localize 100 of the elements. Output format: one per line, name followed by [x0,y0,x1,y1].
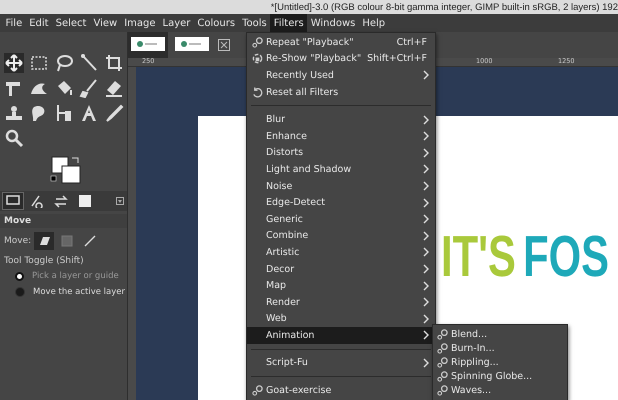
menu-entry[interactable]: Combine [247,228,435,244]
text-tool-icon[interactable] [79,103,99,123]
radio-button[interactable] [15,272,24,280]
radio-button[interactable] [15,287,25,297]
menu-item[interactable]: Tools [238,14,270,32]
logo-word: IT'S [441,226,516,288]
window-title: *[Untitled]-3.0 (RGB colour 8-bit gamma integer, GIMP built-in sRGB, 2 layers) 192 [270,2,618,12]
menu-entry-label: Noise [266,180,292,192]
paths-icon[interactable] [54,103,74,123]
menu-item[interactable]: View [90,14,121,32]
menu-entry[interactable]: Rippling... [433,355,567,370]
menu-entry[interactable]: Repeat "Playback" Ctrl+F [247,34,435,51]
chevron-icon [423,198,429,208]
image-thumbnail-icon [131,36,165,50]
shortcut-label: Shift+Ctrl+F [367,53,427,64]
menu-entry-label: Enhance [266,130,307,142]
menu-entry-label: Spinning Globe... [451,371,532,382]
menu-item[interactable]: File [2,14,26,32]
menu-entry[interactable]: Render [247,294,435,310]
menu-entry[interactable]: Noise [247,178,435,194]
chevron-icon [423,164,429,174]
menu-entry-label: Edge-Detect [266,197,326,208]
menu-item[interactable]: Colours [194,14,239,32]
plugin-icon [437,328,448,340]
menu-item[interactable]: Image [120,14,160,32]
menu-entry[interactable]: Distorts [247,144,435,162]
menu-entry-label: Combine [266,230,308,242]
menu-item[interactable]: Filters [270,14,308,32]
chevron-icon [423,230,429,241]
menu-entry[interactable]: Light and Shadow [247,161,435,178]
menu-entry[interactable]: Recently Used [247,67,435,84]
menu-entry-label: Web [266,313,287,324]
menu-entry-label: Repeat "Playback" [266,36,354,48]
menu-entry[interactable]: Reset all Filters [247,84,435,100]
chevron-icon [423,280,429,291]
chevron-icon [423,131,429,142]
move-mode-icon[interactable] [34,232,54,250]
tool-toggle-label: Tool Toggle (Shift) [3,255,85,268]
menu-item[interactable]: Layer [159,14,194,32]
menu-entry-label: Reset all Filters [266,86,338,98]
move-tool-icon[interactable] [4,53,24,73]
menu-entry-label: Script-Fu [266,357,308,368]
menu-entry-label: Re-Show "Playback" [266,53,362,64]
menu-entry[interactable]: Blend... [433,327,567,342]
panel-title: Move [4,216,32,226]
crop-icon[interactable] [104,53,124,73]
menu-entry-label: Decor [266,264,294,275]
menu-entry-label: Light and Shadow [266,164,352,175]
panel-menu-icon[interactable] [116,197,124,205]
menu-entry[interactable]: Generic [247,210,435,228]
chevron-icon [423,70,429,80]
menu-entry[interactable]: Animation [247,327,435,344]
wand-icon[interactable] [79,53,99,73]
chevron-icon [423,247,429,258]
image-thumbnail-icon [175,36,209,50]
menu-entry[interactable]: Spinning Globe... [433,370,567,384]
menu-entry[interactable]: Decor [247,260,435,278]
menu-entry[interactable]: Web [247,310,435,328]
menu-entry-label: Blend... [451,328,488,340]
panel-tab-icon[interactable] [3,193,23,209]
menu-entry-label: Blur [266,114,286,126]
menu-entry[interactable]: Map [247,277,435,294]
lasso-icon[interactable] [54,53,74,73]
menu-item[interactable]: Windows [307,14,359,32]
stamp-icon[interactable] [4,103,24,123]
menu-entry[interactable]: Script-Fu [247,354,435,372]
chevron-icon [423,114,429,125]
menu-entry-label: Goat-exercise [266,385,332,396]
menu-entry[interactable]: Blur [247,111,435,128]
paintbrush-icon[interactable] [79,78,99,98]
menu-entry[interactable]: Goat-exercise [247,382,435,399]
menu-item[interactable]: Help [358,14,389,32]
menu-item[interactable]: Select [52,14,90,32]
move-label: Move: [4,236,32,246]
menu-entry-label: Generic [266,214,303,225]
shortcut-label: Ctrl+F [396,36,427,48]
logo-word: FOS [523,226,609,288]
menu-entry[interactable]: Enhance [247,128,435,145]
menu-entry-label: Artistic [266,246,300,258]
radio-label[interactable]: Move the active layer [33,287,126,297]
chevron-icon [423,181,429,192]
eyedropper-icon[interactable] [104,103,124,123]
menu-entry[interactable]: Waves... [433,384,567,398]
menu-entry[interactable]: Re-Show "Playback" Shift+Ctrl+F [247,50,435,68]
menu-entry-label: Animation [266,330,314,341]
image-tab[interactable] [128,32,168,58]
search-icon[interactable] [4,128,24,148]
reshow-icon [252,53,263,64]
chevron-icon [423,297,429,308]
menu-entry[interactable]: Burn-In... [433,341,567,356]
plugin-icon [437,356,448,368]
menu-entry[interactable]: Edge-Detect [247,194,435,211]
menu-item[interactable]: Edit [26,14,52,32]
chevron-icon [423,358,429,368]
plugin-icon [252,385,263,396]
menu-entry-label: Map [266,280,286,292]
menu-entry[interactable]: Artistic [247,244,435,261]
close-icon[interactable] [218,39,230,51]
eraser-icon[interactable] [104,78,124,98]
menu-entry-label: Recently Used [266,70,334,81]
